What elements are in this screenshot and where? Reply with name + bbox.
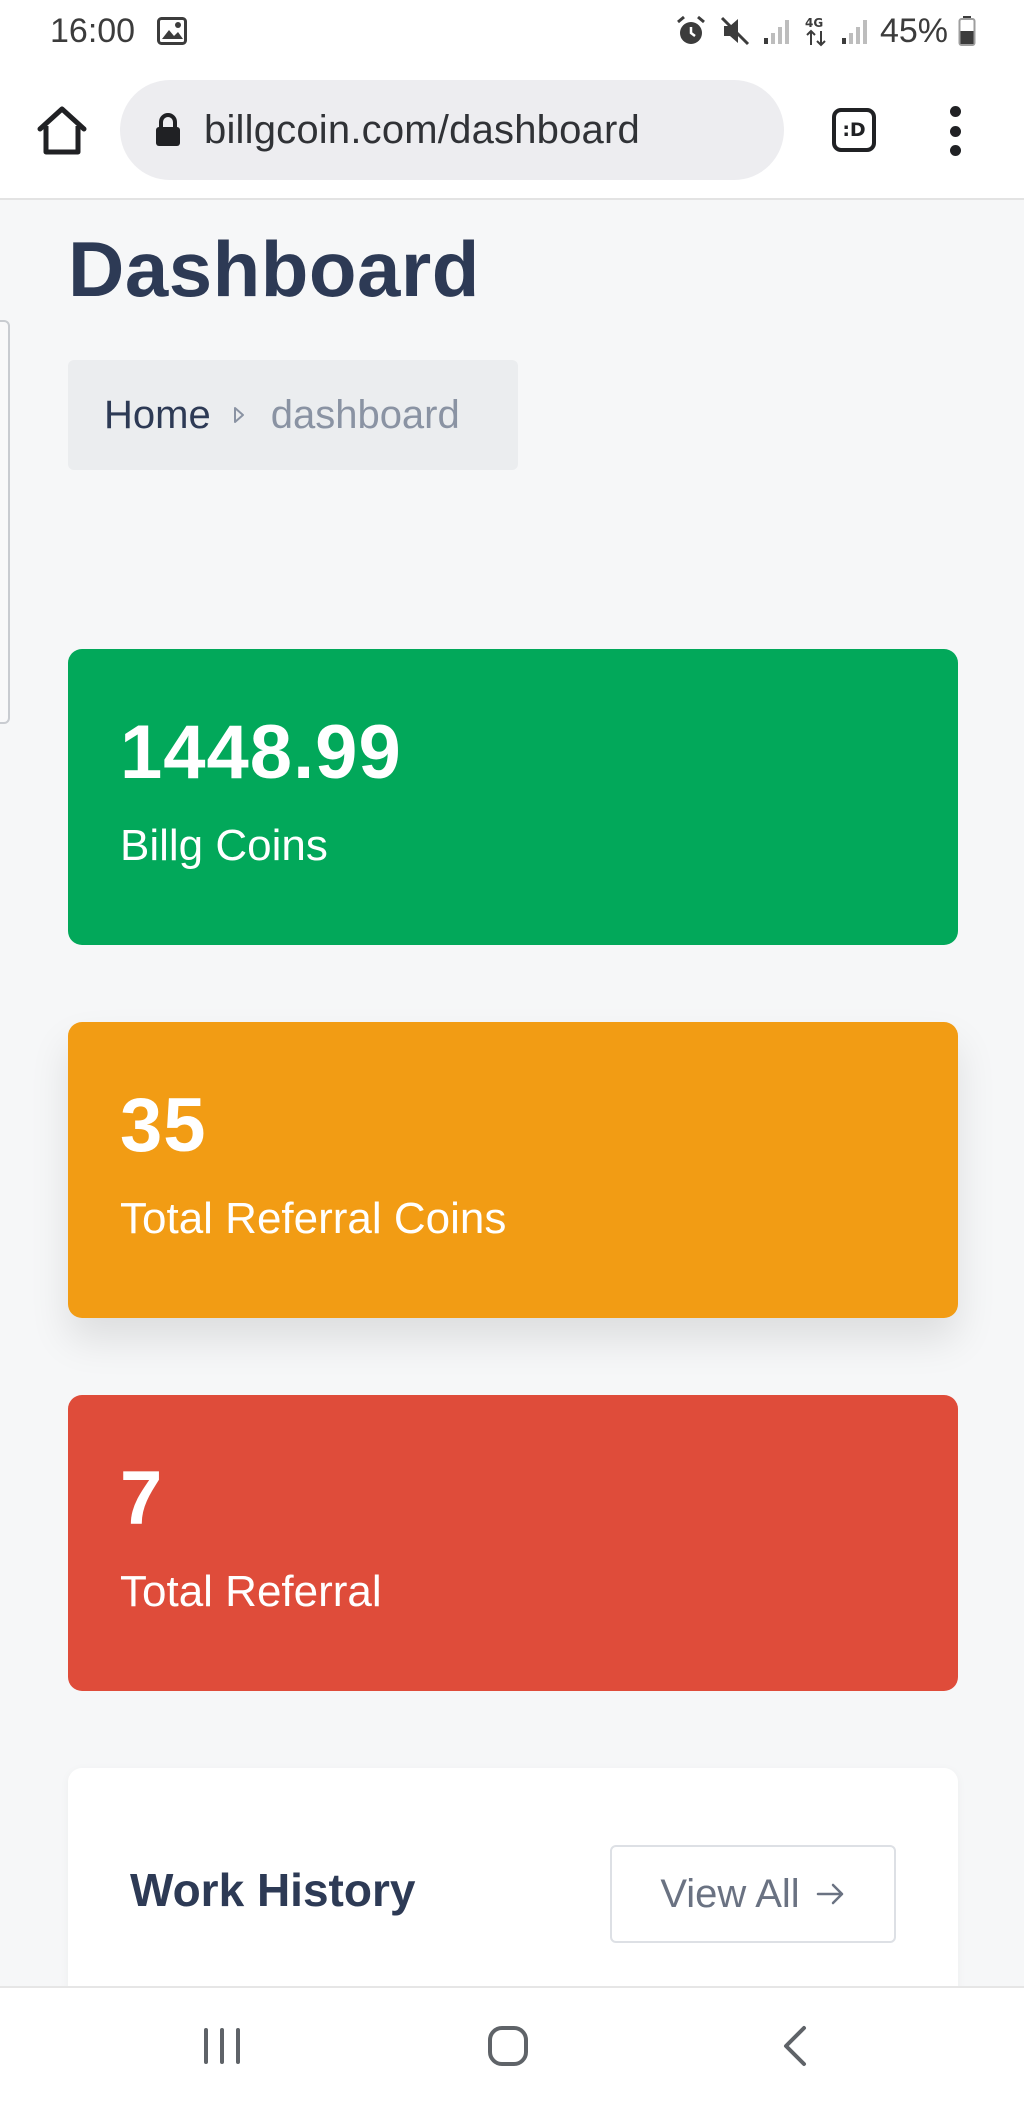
signal-icon bbox=[840, 16, 870, 46]
breadcrumb-current: dashboard bbox=[270, 392, 460, 437]
stat-value: 1448.99 bbox=[120, 710, 402, 795]
chevron-right-icon bbox=[233, 407, 244, 423]
stat-label: Total Referral Coins bbox=[120, 1194, 507, 1243]
status-bar: 16:00 4G 45% bbox=[0, 0, 1024, 62]
stat-value: 7 bbox=[120, 1456, 164, 1541]
work-history-card: Work History View All bbox=[68, 1768, 958, 1986]
lock-icon bbox=[156, 113, 180, 146]
battery-icon bbox=[958, 15, 976, 47]
work-history-title: Work History bbox=[130, 1864, 416, 1916]
mute-icon bbox=[718, 14, 752, 48]
image-icon bbox=[157, 17, 188, 45]
stat-card-referral-coins: 35 Total Referral Coins bbox=[68, 1022, 958, 1318]
more-menu-icon[interactable] bbox=[940, 106, 970, 156]
view-all-label: View All bbox=[660, 1871, 800, 1916]
sidebar-handle[interactable] bbox=[0, 320, 10, 724]
status-time: 16:00 bbox=[50, 11, 136, 50]
page-title: Dashboard bbox=[68, 225, 480, 313]
stat-card-total-referral: 7 Total Referral bbox=[68, 1395, 958, 1691]
breadcrumb: Home dashboard bbox=[68, 360, 518, 470]
breadcrumb-home[interactable]: Home bbox=[104, 393, 211, 438]
stat-label: Total Referral bbox=[120, 1567, 382, 1616]
home-icon[interactable] bbox=[476, 2014, 540, 2078]
arrow-right-icon bbox=[816, 1883, 843, 1905]
url-text: billgcoin.com/dashboard bbox=[204, 107, 640, 152]
alarm-icon bbox=[674, 14, 708, 48]
tab-switcher-button[interactable]: :D bbox=[832, 108, 876, 152]
page-content: Dashboard Home dashboard 1448.99 Billg C… bbox=[0, 200, 1024, 1986]
view-all-button[interactable]: View All bbox=[610, 1845, 896, 1943]
browser-toolbar: billgcoin.com/dashboard :D bbox=[0, 62, 1024, 200]
stat-value: 35 bbox=[120, 1083, 207, 1168]
stat-label: Billg Coins bbox=[120, 821, 328, 870]
recent-apps-icon[interactable] bbox=[190, 2014, 254, 2078]
back-icon[interactable] bbox=[764, 2014, 828, 2078]
4g-icon: 4G bbox=[802, 14, 830, 48]
battery-percent: 45% bbox=[879, 11, 948, 50]
svg-text:4G: 4G bbox=[805, 16, 823, 30]
address-bar[interactable]: billgcoin.com/dashboard bbox=[120, 80, 784, 180]
home-icon[interactable] bbox=[34, 102, 90, 158]
system-nav-bar bbox=[0, 1986, 1024, 2104]
stat-card-billg-coins: 1448.99 Billg Coins bbox=[68, 649, 958, 945]
signal-icon bbox=[762, 16, 792, 46]
